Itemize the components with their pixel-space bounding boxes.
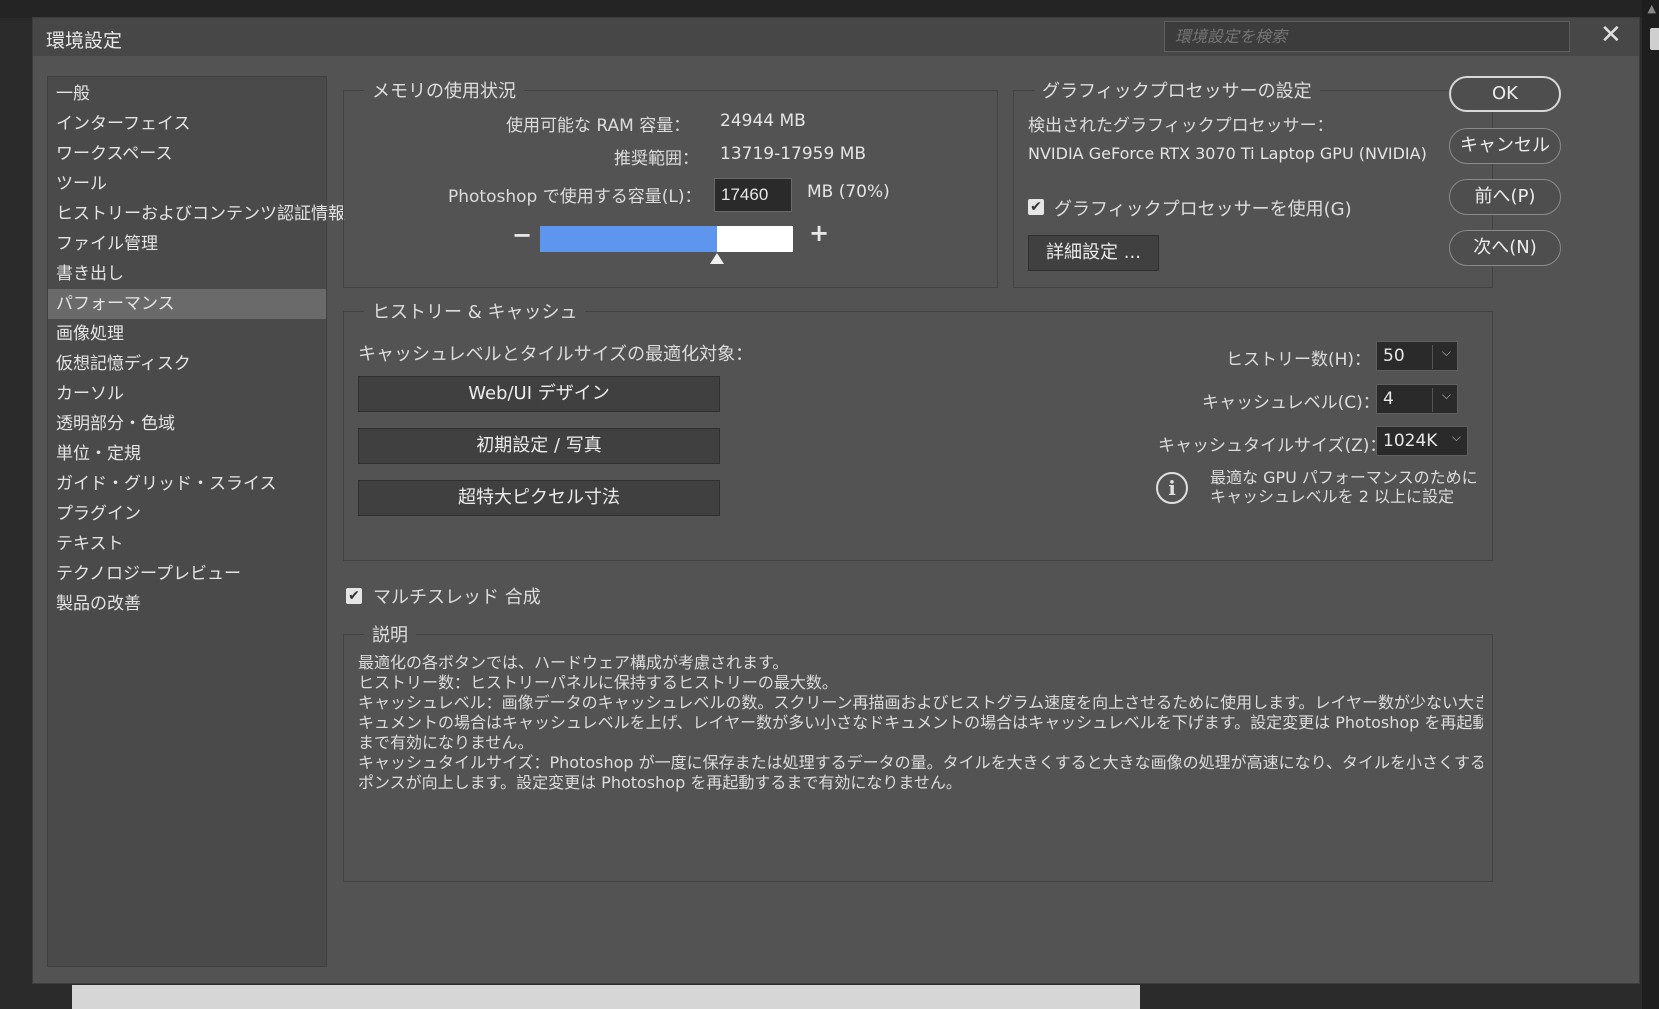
- advanced-settings-button[interactable]: 詳細設定 ...: [1028, 235, 1159, 271]
- photoshop-memory-label: Photoshop で使用する容量(L)：: [448, 187, 702, 207]
- chevron-down-icon: ⌵: [1451, 430, 1461, 444]
- preferences-search-input[interactable]: [1164, 21, 1570, 52]
- cache-tile-size-label: キャッシュタイルサイズ(Z)：: [1158, 436, 1387, 456]
- description-text: 最適化の各ボタンでは、ハードウェア構成が考慮されます。 ヒストリー数：ヒストリー…: [358, 653, 1483, 793]
- history-states-value: 50: [1383, 346, 1405, 366]
- cache-levels-label: キャッシュレベル(C)：: [1202, 393, 1380, 413]
- description-line: キャッシュタイルサイズ：Photoshop が一度に保存または処理するデータの量…: [358, 753, 1483, 772]
- info-icon: i: [1156, 472, 1188, 504]
- cancel-button[interactable]: キャンセル: [1449, 128, 1561, 164]
- ok-button[interactable]: OK: [1449, 76, 1561, 112]
- description-line: ヒストリー数：ヒストリーパネルに保持するヒストリーの最大数。: [358, 673, 838, 692]
- sidebar-item-transparency-gamut[interactable]: 透明部分・色域: [48, 409, 326, 439]
- prev-button[interactable]: 前へ(P): [1449, 179, 1561, 215]
- background-canvas: [72, 985, 1140, 1009]
- dialog-title: 環境設定: [46, 30, 123, 52]
- history-states-label: ヒストリー数(H)：: [1226, 350, 1372, 370]
- sidebar-item-guides-grid-slices[interactable]: ガイド・グリッド・スライス: [48, 469, 326, 499]
- increase-memory-icon[interactable]: +: [809, 219, 829, 247]
- multithread-label: マルチスレッド 合成: [373, 587, 541, 608]
- description-legend: 説明: [364, 621, 416, 647]
- memory-slider-thumb[interactable]: [710, 253, 725, 264]
- sidebar-item-workspace[interactable]: ワークスペース: [48, 139, 326, 169]
- next-button[interactable]: 次へ(N): [1449, 230, 1561, 266]
- description-line: ポンスが向上します。設定変更は Photoshop を再起動するまで有効になりま…: [358, 773, 962, 792]
- detected-gpu-value: NVIDIA GeForce RTX 3070 Ti Laptop GPU (N…: [1028, 144, 1427, 163]
- use-gpu-checkbox[interactable]: ✔: [1028, 199, 1044, 215]
- panel-edge-icon[interactable]: [1650, 28, 1659, 50]
- use-gpu-label: グラフィックプロセッサーを使用(G): [1054, 199, 1352, 220]
- multithread-checkbox[interactable]: ✔: [346, 588, 362, 604]
- gpu-settings-group: グラフィックプロセッサーの設定 検出されたグラフィックプロセッサー： NVIDI…: [1013, 77, 1493, 288]
- history-cache-group: ヒストリー & キャッシュ キャッシュレベルとタイルサイズの最適化対象： Web…: [343, 298, 1493, 561]
- web-ui-design-button[interactable]: Web/UI デザイン: [358, 376, 720, 412]
- description-line: キャッシュレベル：画像データのキャッシュレベルの数。スクリーン再描画およびヒスト…: [358, 693, 1483, 712]
- optimize-label: キャッシュレベルとタイルサイズの最適化対象：: [358, 344, 754, 365]
- huge-pixel-dimensions-button[interactable]: 超特大ピクセル寸法: [358, 480, 720, 516]
- history-states-dropdown[interactable]: 50 ⌵: [1376, 341, 1458, 371]
- sidebar-item-type[interactable]: テキスト: [48, 529, 326, 559]
- sidebar-item-file-handling[interactable]: ファイル管理: [48, 229, 326, 259]
- memory-usage-group: メモリの使用状況 使用可能な RAM 容量： 24944 MB 推奨範囲： 13…: [343, 77, 998, 288]
- cache-levels-value: 4: [1383, 389, 1394, 409]
- cache-tile-size-dropdown[interactable]: 1024K ⌵: [1376, 426, 1468, 456]
- sidebar-item-image-processing[interactable]: 画像処理: [48, 319, 326, 349]
- sidebar-item-units-rulers[interactable]: 単位・定規: [48, 439, 326, 469]
- preferences-sidebar: 一般 インターフェイス ワークスペース ツール ヒストリーおよびコンテンツ認証情…: [47, 76, 345, 967]
- available-ram-value: 24944 MB: [720, 111, 806, 131]
- sidebar-item-export[interactable]: 書き出し: [48, 259, 326, 289]
- preferences-dialog: 環境設定 ✕ 一般 インターフェイス ワークスペース ツール ヒストリーおよびコ…: [32, 17, 1640, 984]
- sidebar-item-cursors[interactable]: カーソル: [48, 379, 326, 409]
- background-app-strip: [0, 0, 1659, 18]
- history-cache-legend: ヒストリー & キャッシュ: [364, 298, 586, 324]
- sidebar-item-technology-previews[interactable]: テクノロジープレビュー: [48, 559, 326, 589]
- available-ram-label: 使用可能な RAM 容量：: [506, 116, 691, 136]
- gpu-settings-legend: グラフィックプロセッサーの設定: [1034, 77, 1320, 103]
- default-photos-button[interactable]: 初期設定 / 写真: [358, 428, 720, 464]
- description-line: 最適化の各ボタンでは、ハードウェア構成が考慮されます。: [358, 653, 789, 672]
- close-icon[interactable]: ✕: [1600, 20, 1622, 50]
- cache-tile-size-value: 1024K: [1383, 431, 1438, 451]
- ideal-range-value: 13719-17959 MB: [720, 144, 867, 164]
- sidebar-item-product-improvement[interactable]: 製品の改善: [48, 589, 326, 619]
- ideal-range-label: 推奨範囲：: [614, 149, 699, 169]
- description-line: まで有効になりません。: [358, 733, 534, 752]
- background-scrollbar[interactable]: ▲: [1642, 0, 1659, 1009]
- sidebar-item-plugins[interactable]: プラグイン: [48, 499, 326, 529]
- sidebar-item-performance[interactable]: パフォーマンス: [48, 289, 326, 319]
- dropdown-separator: [1432, 345, 1433, 369]
- gpu-tip-line2: キャッシュレベルを 2 以上に設定: [1210, 487, 1455, 506]
- memory-slider-track[interactable]: [540, 226, 793, 252]
- chevron-down-icon: ⌵: [1441, 388, 1451, 402]
- chevron-down-icon: ⌵: [1441, 345, 1451, 359]
- sidebar-item-interface[interactable]: インターフェイス: [48, 109, 326, 139]
- photoshop-memory-input[interactable]: [714, 178, 792, 212]
- sidebar-item-history-content-credentials[interactable]: ヒストリーおよびコンテンツ認証情報: [48, 199, 345, 229]
- memory-unit-percent: MB (70%): [807, 182, 890, 202]
- sidebar-item-general[interactable]: 一般: [48, 79, 326, 109]
- dialog-titlebar: 環境設定 ✕: [33, 18, 1639, 56]
- decrease-memory-icon[interactable]: −: [512, 221, 532, 249]
- memory-slider-fill: [540, 226, 718, 252]
- dropdown-separator: [1432, 388, 1433, 412]
- sidebar-item-scratch-disks[interactable]: 仮想記憶ディスク: [48, 349, 326, 379]
- memory-usage-legend: メモリの使用状況: [364, 77, 524, 103]
- cache-levels-dropdown[interactable]: 4 ⌵: [1376, 384, 1458, 414]
- detected-gpu-label: 検出されたグラフィックプロセッサー：: [1028, 116, 1334, 136]
- scroll-up-arrow-icon[interactable]: ▲: [1648, 2, 1656, 15]
- sidebar-item-tools[interactable]: ツール: [48, 169, 326, 199]
- description-line: キュメントの場合はキャッシュレベルを上げ、レイヤー数が多い小さなドキュメントの場…: [358, 713, 1483, 732]
- description-group: 説明 最適化の各ボタンでは、ハードウェア構成が考慮されます。 ヒストリー数：ヒス…: [343, 621, 1493, 882]
